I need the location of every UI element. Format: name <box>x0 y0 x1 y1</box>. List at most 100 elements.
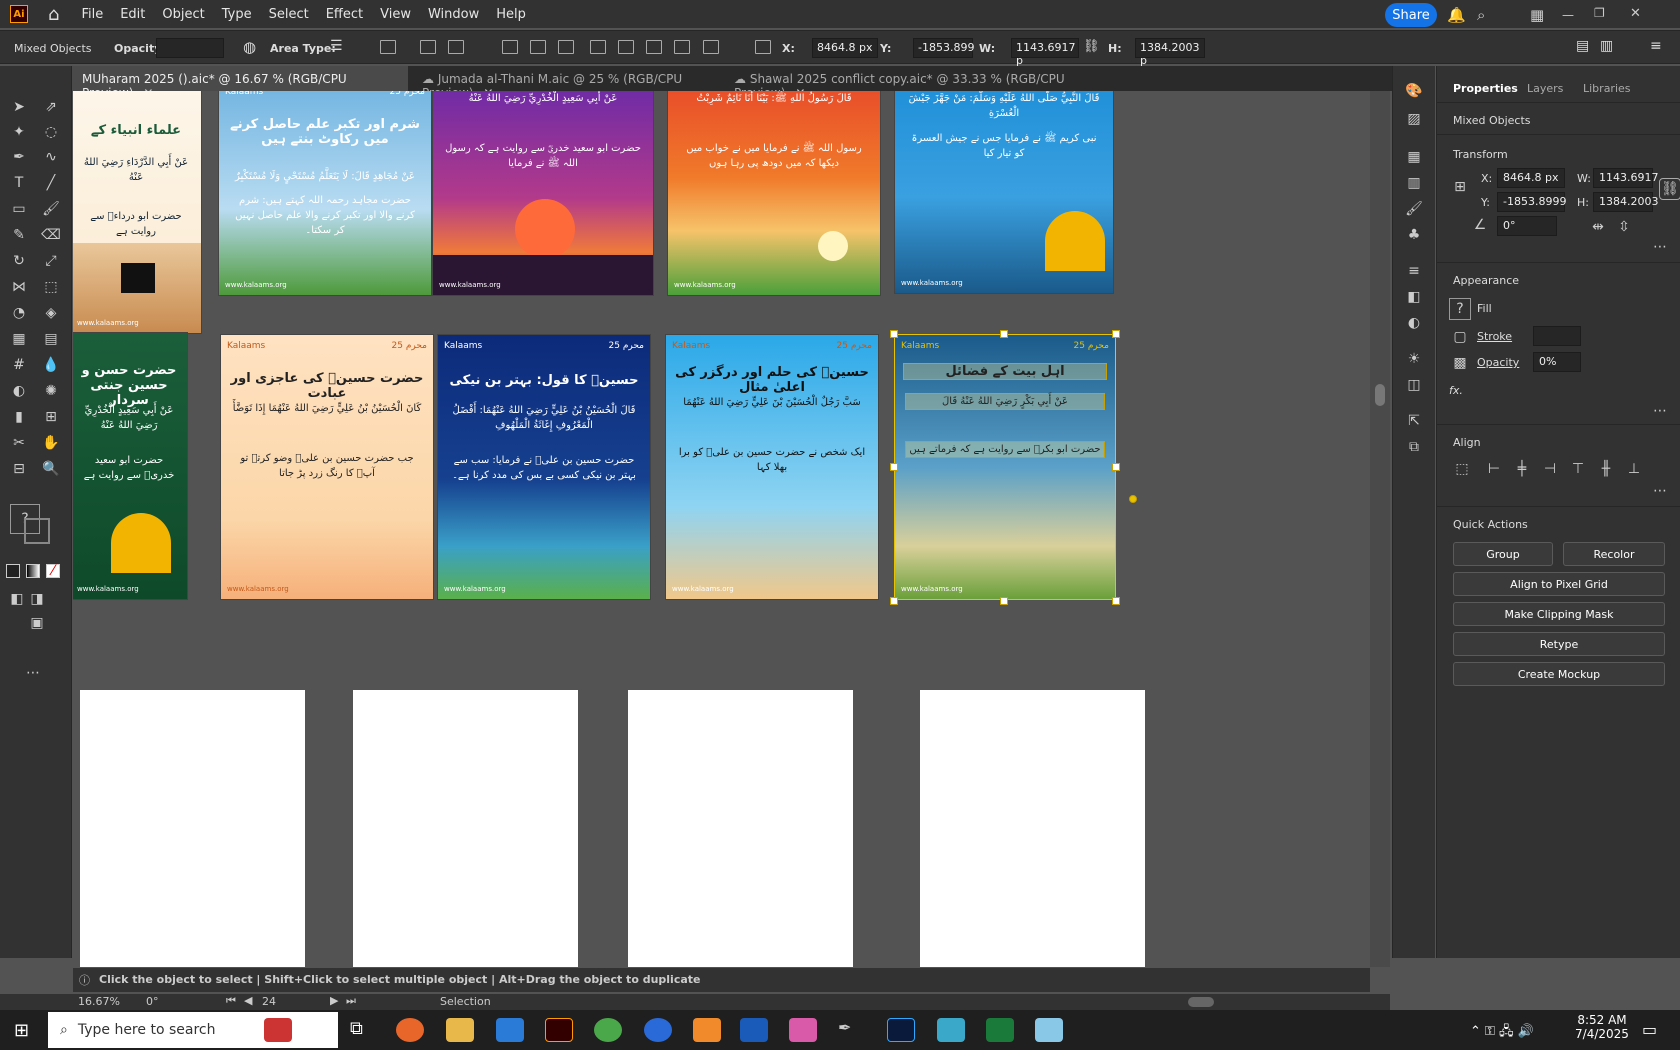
clock[interactable]: 8:52 AM 7/4/2025 <box>1572 1013 1632 1041</box>
next-artboard-icon[interactable]: ▶ <box>330 994 338 1007</box>
panel-toggle-icon[interactable]: ▥ <box>1600 38 1613 54</box>
zoom-field[interactable]: 16.67% <box>78 995 120 1008</box>
swatches-panel-icon[interactable]: ▦ <box>1403 146 1425 168</box>
stroke-swatch-icon[interactable] <box>24 518 50 544</box>
more-options-icon[interactable]: ⋯ <box>1649 236 1671 258</box>
y-field[interactable]: -1853.899 <box>913 38 974 58</box>
artboard[interactable]: Kalaams محرم 25 حضرت حسینؓ کی عاجزی اور ع… <box>221 335 433 599</box>
selection-handle[interactable] <box>1112 463 1120 471</box>
stroke-weight-field[interactable] <box>1533 326 1581 346</box>
outlook-icon[interactable] <box>740 1018 768 1042</box>
recolor-icon[interactable]: ◍ <box>243 38 256 56</box>
artboards-panel-icon[interactable]: ⧉ <box>1403 436 1425 458</box>
link-proportions-icon[interactable]: ⛓ <box>1659 178 1680 200</box>
align-to-icon[interactable]: ⬚ <box>1451 458 1473 480</box>
last-artboard-icon[interactable]: ⏭ <box>346 994 356 1008</box>
blend-tool-icon[interactable]: ◐ <box>8 380 30 402</box>
zoom-tool-icon[interactable]: 🔍 <box>40 458 62 480</box>
artboard-tool-icon[interactable]: ⊞ <box>40 406 62 428</box>
tab-shawal[interactable]: ☁ Shawal 2025 conflict copy.aic* @ 33.33… <box>724 66 1088 100</box>
artboard[interactable]: Kalaams محرم 25 حسینؓ کی حلم اور درگزر کی… <box>666 335 878 599</box>
gradient-tool-icon[interactable]: ▤ <box>40 328 62 350</box>
rotation-field[interactable]: 0° <box>146 995 159 1008</box>
more-options-icon[interactable]: ⋯ <box>1649 480 1671 502</box>
width-tool-icon[interactable]: ⋈ <box>8 276 30 298</box>
menu-select[interactable]: Select <box>269 7 309 22</box>
promo-icon[interactable] <box>264 1018 292 1042</box>
vscode-icon[interactable] <box>496 1018 524 1042</box>
menu-window[interactable]: Window <box>428 7 479 22</box>
selection-handle[interactable] <box>1000 330 1008 338</box>
vertical-scrollbar[interactable] <box>1370 91 1390 967</box>
draw-normal-icon[interactable]: ◧ <box>6 588 28 610</box>
magic-wand-tool-icon[interactable]: ✦ <box>8 121 30 143</box>
opacity-label[interactable]: Opacity <box>1477 356 1519 369</box>
panel-w-field[interactable]: 1143.6917 <box>1593 168 1659 188</box>
mesh-tool-icon[interactable]: # <box>8 354 30 376</box>
first-artboard-icon[interactable]: ⏮ <box>226 994 236 1008</box>
panel-x-field[interactable]: 8464.8 px <box>1497 168 1565 188</box>
scrollbar-thumb[interactable] <box>1375 384 1385 406</box>
hand-tool-icon[interactable]: ✋ <box>40 432 62 454</box>
slice-tool-icon[interactable]: ✂ <box>8 432 30 454</box>
fill-swatch-icon[interactable]: ? <box>1449 298 1471 320</box>
rotate-handle[interactable] <box>1129 495 1137 503</box>
effects-label[interactable]: fx. <box>1449 384 1463 397</box>
stroke-panel-icon[interactable]: ≡ <box>1403 260 1425 282</box>
align-right-icon[interactable] <box>448 40 464 54</box>
menu-edit[interactable]: Edit <box>120 7 145 22</box>
gradient-panel-icon[interactable]: ◧ <box>1403 286 1425 308</box>
distribute-right-icon[interactable] <box>703 40 719 54</box>
align-pixel-grid-button[interactable]: Align to Pixel Grid <box>1453 572 1665 596</box>
distribute-vcenter-icon[interactable] <box>618 40 634 54</box>
align-top-icon[interactable]: ⊤ <box>1567 458 1589 480</box>
transparency-panel-icon[interactable]: ◐ <box>1403 312 1425 334</box>
flip-horizontal-icon[interactable]: ⇹ <box>1587 216 1609 238</box>
color-mode-icon[interactable] <box>6 564 20 578</box>
appearance-panel-icon[interactable]: ☀ <box>1403 348 1425 370</box>
tab-properties[interactable]: Properties <box>1453 82 1518 95</box>
paintbrush-tool-icon[interactable]: 🖌 <box>40 198 62 220</box>
library-panel-icon[interactable]: ▨ <box>1403 108 1425 130</box>
minimize-icon[interactable]: — <box>1562 8 1574 22</box>
notifications-icon[interactable]: ▭ <box>1642 1020 1657 1039</box>
creative-cloud-icon[interactable] <box>789 1018 817 1042</box>
opacity-field[interactable]: 0% <box>1533 352 1581 372</box>
share-button[interactable]: Share <box>1385 3 1437 27</box>
distribute-top-icon[interactable] <box>590 40 606 54</box>
align-right-icon[interactable]: ⊣ <box>1539 458 1561 480</box>
shape-builder-tool-icon[interactable]: ◔ <box>8 302 30 324</box>
live-paint-tool-icon[interactable]: ◈ <box>40 302 62 324</box>
stroke-label[interactable]: Stroke <box>1477 330 1512 343</box>
system-tray-icons[interactable]: ⌃ ⚿ 🖧 🔊 <box>1470 1022 1534 1044</box>
app-icon[interactable] <box>937 1018 965 1042</box>
perspective-grid-tool-icon[interactable]: ▦ <box>8 328 30 350</box>
brush-panel-icon[interactable]: 🖌 <box>1403 198 1425 220</box>
symbols-panel-icon[interactable]: ♣ <box>1403 224 1425 246</box>
horizontal-scrollbar-thumb[interactable] <box>1188 997 1214 1007</box>
align-top-icon[interactable] <box>502 40 518 54</box>
column-graph-tool-icon[interactable]: ▮ <box>8 406 30 428</box>
artboard-number-field[interactable]: 24 <box>262 995 276 1008</box>
menu-help[interactable]: Help <box>496 7 526 22</box>
eyedropper-tool-icon[interactable]: 💧 <box>40 354 62 376</box>
prev-artboard-icon[interactable]: ◀ <box>244 994 252 1007</box>
taskbar-search[interactable]: ⌕ Type here to search <box>48 1012 338 1048</box>
draw-behind-icon[interactable]: ◨ <box>26 588 48 610</box>
reference-point-icon[interactable] <box>755 40 771 54</box>
tab-libraries[interactable]: Libraries <box>1583 82 1631 95</box>
align-hcenter-icon[interactable]: ╪ <box>1511 458 1533 480</box>
artboard-selected[interactable]: Kalaams محرم 25 اہل بیت کے فضائل عَنْ أَب… <box>894 334 1116 600</box>
color-panel-icon[interactable]: 🎨 <box>1403 80 1425 102</box>
create-mockup-button[interactable]: Create Mockup <box>1453 662 1665 686</box>
stroke-swatch-icon[interactable]: ▢ <box>1449 326 1471 348</box>
shaper-tool-icon[interactable]: ✎ <box>8 224 30 246</box>
opacity-field[interactable] <box>156 38 224 58</box>
panel-h-field[interactable]: 1384.2003 <box>1593 192 1659 212</box>
excel-icon[interactable] <box>986 1018 1014 1042</box>
windows-start-icon[interactable]: ⊞ <box>14 1020 34 1041</box>
type-tool-icon[interactable]: T <box>8 172 30 194</box>
artboard[interactable]: عَنْ أَبِي سَعِيدٍ الْخُدْرِيِّ رَضِيَ ا… <box>433 91 653 295</box>
none-mode-icon[interactable]: ⁄ <box>46 563 60 579</box>
blank-artboard[interactable] <box>353 690 578 967</box>
